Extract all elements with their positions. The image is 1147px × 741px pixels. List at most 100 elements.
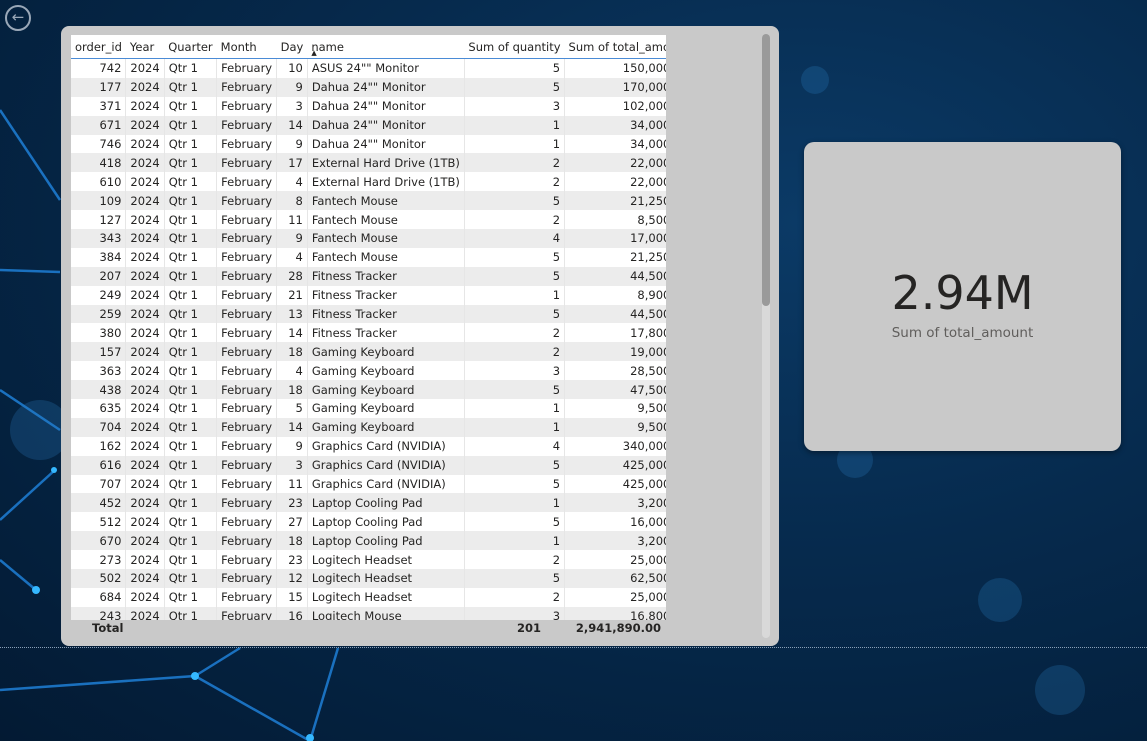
table-cell: 2024 (125, 342, 165, 362)
table-row[interactable]: 671 2024 Qtr 1 February 14 Dahua 24"" Monitor… (71, 115, 666, 135)
column-header-quantity[interactable]: Sum of quantity (464, 35, 565, 59)
table-cell: 384 (71, 247, 127, 267)
table-cell: 684 (71, 587, 127, 607)
table-cell: Qtr 1 (164, 285, 218, 305)
column-header-month[interactable]: Month (216, 35, 277, 59)
table-cell: 62,500.00 (564, 569, 666, 588)
table-row[interactable]: 438 2024 Qtr 1 February 18 Gaming Keyboard 5 47… (71, 380, 666, 400)
kpi-label: Sum of total_amount (891, 325, 1034, 341)
table-cell: February (216, 247, 278, 267)
table-row[interactable]: 243 2024 Qtr 1 February 16 Logitech Mouse 3 16,… (71, 606, 666, 620)
table-row[interactable]: 363 2024 Qtr 1 February 4 Gaming Keyboard 3 28,… (71, 361, 666, 381)
table-row[interactable]: 670 2024 Qtr 1 February 18 Laptop Cooling Pad… (71, 531, 666, 551)
table-cell: 44,500.00 (564, 304, 666, 324)
table-cell: 28,500.00 (564, 361, 666, 381)
table-cell: 16,000.00 (564, 512, 666, 532)
table-row[interactable]: 127 2024 Qtr 1 February 11 Fantech Mouse 2 8,50… (71, 210, 666, 230)
table-cell: Qtr 1 (164, 436, 218, 456)
table-cell: 14 (276, 323, 308, 343)
table-cell: Logitech Headset (307, 569, 465, 588)
table-cell: External Hard Drive (1TB) (307, 172, 465, 192)
table-row[interactable]: 707 2024 Qtr 1 February 11 Graphics Card (NVI… (71, 474, 666, 494)
kpi-card[interactable]: 2.94M Sum of total_amount (804, 142, 1121, 451)
table-cell: 363 (71, 361, 127, 381)
table-cell: 18 (276, 342, 308, 362)
table-cell: 2 (464, 550, 566, 570)
table-cell: Qtr 1 (164, 342, 218, 362)
table-cell: 22,000.00 (564, 172, 666, 192)
table-row[interactable]: 273 2024 Qtr 1 February 23 Logitech Headset 2 2… (71, 550, 666, 570)
column-header-order-id[interactable]: order_id (71, 35, 126, 59)
back-arrow-icon[interactable]: ← (5, 5, 31, 31)
table-cell: February (216, 493, 278, 513)
table-cell: 340,000.00 (564, 436, 666, 456)
table-cell: 2024 (125, 304, 165, 324)
table-cell: 3 (276, 455, 308, 475)
table-cell: 2024 (125, 380, 165, 400)
table-cell: 610 (71, 172, 127, 192)
table-cell: Laptop Cooling Pad (307, 531, 465, 551)
table-cell: 2 (464, 210, 566, 230)
table-cell: Qtr 1 (164, 77, 218, 97)
table-cell: 9,500.00 (564, 399, 666, 418)
table-row[interactable]: 512 2024 Qtr 1 February 27 Laptop Cooling Pad… (71, 512, 666, 532)
table-row[interactable]: 384 2024 Qtr 1 February 4 Fantech Mouse 5 21,25… (71, 247, 666, 267)
table-cell: February (216, 172, 278, 192)
table-cell: 2024 (125, 436, 165, 456)
table-row[interactable]: 162 2024 Qtr 1 February 9 Graphics Card (NVID… (71, 436, 666, 456)
table-cell: 438 (71, 380, 127, 400)
table-cell: 5 (276, 399, 308, 418)
table-row[interactable]: 371 2024 Qtr 1 February 3 Dahua 24"" Monitor 3… (71, 96, 666, 116)
table-cell: 5 (464, 455, 566, 475)
table-cell: 3,200.00 (564, 531, 666, 551)
column-header-name[interactable]: name ▲ (307, 35, 465, 59)
table-row[interactable]: 610 2024 Qtr 1 February 4 External Hard Drive… (71, 172, 666, 192)
table-row[interactable]: 109 2024 Qtr 1 February 8 Fantech Mouse 5 21,25… (71, 191, 666, 211)
table-total-row: Total 201 2,941,890.00 (71, 621, 671, 637)
table-row[interactable]: 616 2024 Qtr 1 February 3 Graphics Card (NVID… (71, 455, 666, 475)
table-cell: 16,800.00 (564, 606, 666, 620)
table-row[interactable]: 635 2024 Qtr 1 February 5 Gaming Keyboard 1 9,5… (71, 399, 666, 418)
table-cell: 21,250.00 (564, 191, 666, 211)
table-cell: Fantech Mouse (307, 210, 465, 230)
table-row[interactable]: 259 2024 Qtr 1 February 13 Fitness Tracker 5 44… (71, 304, 666, 324)
column-header-day[interactable]: Day (276, 35, 308, 59)
table-cell: 23 (276, 550, 308, 570)
table-cell: Qtr 1 (164, 266, 218, 286)
table-cell: 1 (464, 417, 566, 437)
table-cell: 371 (71, 96, 127, 116)
table-cell: 2024 (125, 606, 165, 620)
column-header-year[interactable]: Year (125, 35, 165, 59)
table-row[interactable]: 343 2024 Qtr 1 February 9 Fantech Mouse 4 17,00… (71, 229, 666, 248)
table-row[interactable]: 249 2024 Qtr 1 February 21 Fitness Tracker 1 8,… (71, 285, 666, 305)
column-header-total-amount[interactable]: Sum of total_amount (564, 35, 666, 59)
table-row[interactable]: 502 2024 Qtr 1 February 12 Logitech Headset 5 6… (71, 569, 666, 588)
table-row[interactable]: 380 2024 Qtr 1 February 14 Fitness Tracker 2 17… (71, 323, 666, 343)
table-cell: February (216, 587, 278, 607)
table-row[interactable]: 746 2024 Qtr 1 February 9 Dahua 24"" Monitor 1… (71, 134, 666, 154)
table-cell: Qtr 1 (164, 134, 218, 154)
orders-table: order_id Year Quarter Month Day name ▲ S… (71, 35, 666, 620)
column-header-quarter[interactable]: Quarter (164, 35, 217, 59)
table-cell: 21 (276, 285, 308, 305)
table-cell: February (216, 115, 278, 135)
table-row[interactable]: 742 2024 Qtr 1 February 10 ASUS 24"" Monitor 5… (71, 58, 666, 78)
table-cell: 11 (276, 210, 308, 230)
table-cell: 25,000.00 (564, 550, 666, 570)
table-cell: 5 (464, 512, 566, 532)
table-cell: 2024 (125, 512, 165, 532)
table-row[interactable]: 207 2024 Qtr 1 February 28 Fitness Tracker 5 44… (71, 266, 666, 286)
scrollbar-thumb[interactable] (762, 34, 770, 306)
table-row[interactable]: 418 2024 Qtr 1 February 17 External Hard Driv… (71, 153, 666, 173)
table-cell: 5 (464, 474, 566, 494)
table-visual: order_id Year Quarter Month Day name ▲ S… (61, 26, 779, 646)
table-row[interactable]: 452 2024 Qtr 1 February 23 Laptop Cooling Pad… (71, 493, 666, 513)
vertical-scrollbar[interactable] (762, 34, 770, 638)
table-row[interactable]: 157 2024 Qtr 1 February 18 Gaming Keyboard 2 19… (71, 342, 666, 362)
table-cell: Qtr 1 (164, 210, 218, 230)
table-row[interactable]: 177 2024 Qtr 1 February 9 Dahua 24"" Monitor 5… (71, 77, 666, 97)
table-row[interactable]: 684 2024 Qtr 1 February 15 Logitech Headset 2 2… (71, 587, 666, 607)
table-cell: 19,000.00 (564, 342, 666, 362)
table-row[interactable]: 704 2024 Qtr 1 February 14 Gaming Keyboard 1 9,… (71, 417, 666, 437)
table-cell: Qtr 1 (164, 606, 218, 620)
